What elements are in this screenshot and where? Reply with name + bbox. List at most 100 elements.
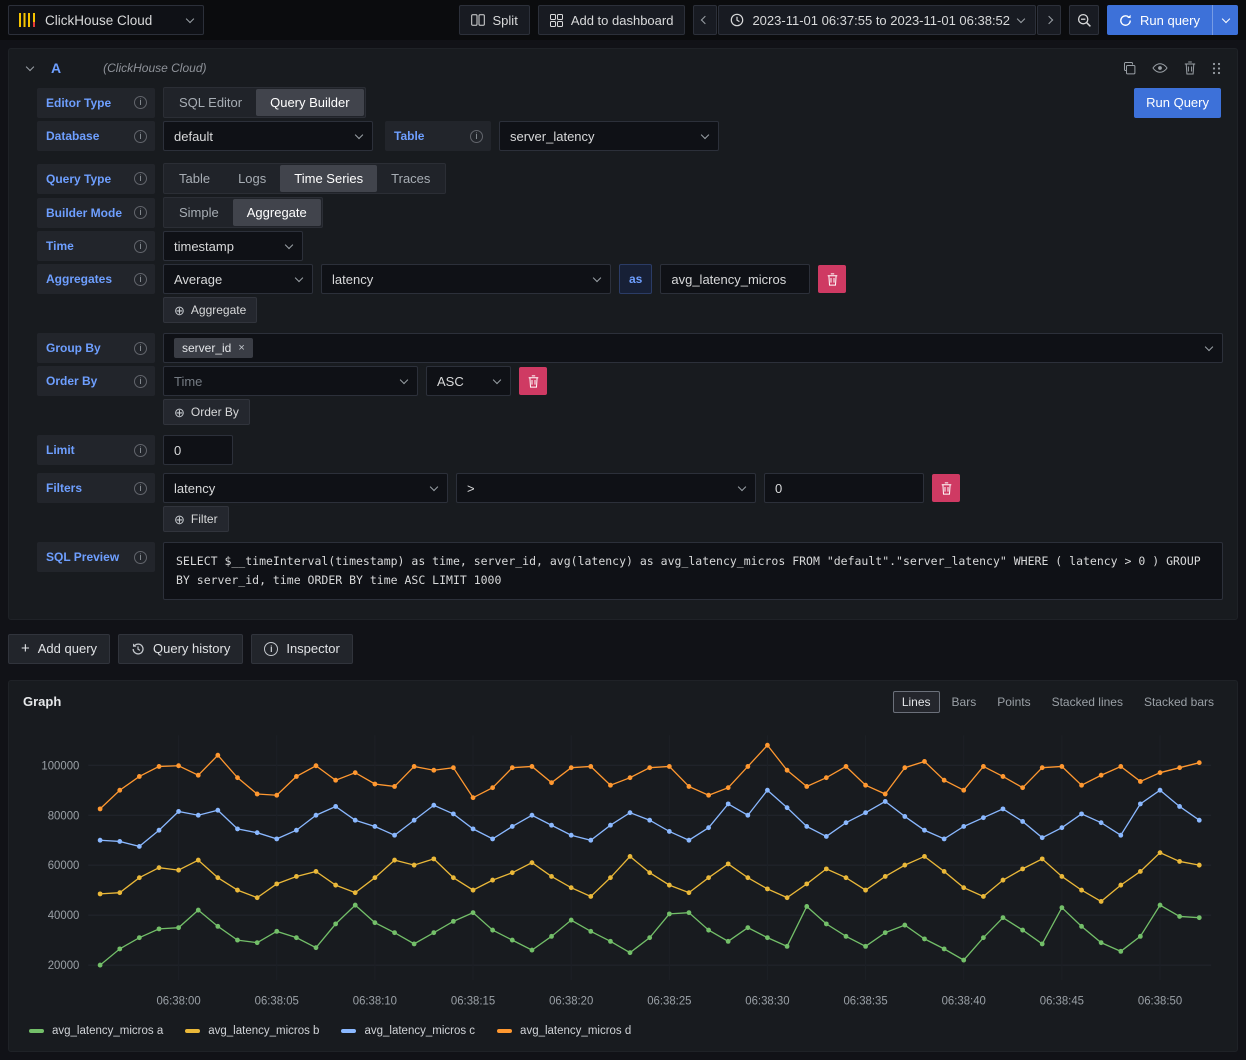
- sql-editor-option[interactable]: SQL Editor: [165, 89, 256, 116]
- run-query-caret-button[interactable]: [1212, 5, 1238, 35]
- filter-operator-value: >: [467, 481, 475, 496]
- aggregate-function-select[interactable]: Average: [163, 264, 313, 294]
- order-by-direction-select[interactable]: ASC: [426, 366, 511, 396]
- add-query-button[interactable]: + Add query: [8, 634, 110, 664]
- query-type-table[interactable]: Table: [165, 165, 224, 192]
- add-aggregate-button[interactable]: ⊕ Aggregate: [163, 297, 257, 323]
- builder-mode-simple[interactable]: Simple: [165, 199, 233, 226]
- time-column-select[interactable]: timestamp: [163, 231, 303, 261]
- order-by-label: Order By i: [37, 366, 155, 396]
- legend-item[interactable]: avg_latency_micros a: [29, 1025, 163, 1037]
- time-series-chart[interactable]: 2000040000600008000010000006:38:0006:38:…: [23, 723, 1223, 1025]
- chevron-down-icon: [430, 482, 438, 490]
- table-select[interactable]: server_latency: [499, 121, 719, 151]
- datasource-picker[interactable]: ClickHouse Cloud: [8, 5, 204, 35]
- limit-input[interactable]: [163, 435, 233, 465]
- legend-item[interactable]: avg_latency_micros b: [185, 1025, 319, 1037]
- zoom-out-icon: [1077, 13, 1092, 28]
- svg-text:100000: 100000: [41, 760, 79, 772]
- filter-operator-select[interactable]: >: [456, 473, 756, 503]
- info-icon[interactable]: i: [134, 444, 147, 457]
- collapse-chevron-icon[interactable]: [26, 62, 34, 70]
- legend-item[interactable]: avg_latency_micros c: [341, 1025, 475, 1037]
- aggregate-column-select[interactable]: latency: [321, 264, 611, 294]
- database-select[interactable]: default: [163, 121, 373, 151]
- split-button[interactable]: Split: [459, 5, 530, 35]
- trash-icon[interactable]: [1184, 61, 1196, 75]
- filter-column-select[interactable]: latency: [163, 473, 448, 503]
- builder-mode-group: Simple Aggregate: [163, 197, 323, 228]
- remove-aggregate-button[interactable]: [818, 265, 846, 293]
- run-query-label: Run query: [1140, 13, 1200, 28]
- zoom-out-button[interactable]: [1069, 5, 1099, 35]
- query-type-logs[interactable]: Logs: [224, 165, 280, 192]
- mode-lines[interactable]: Lines: [893, 691, 940, 713]
- time-range-button[interactable]: 2023-11-01 06:37:55 to 2023-11-01 06:38:…: [718, 5, 1036, 35]
- info-icon[interactable]: i: [134, 273, 147, 286]
- editor-type-label: Editor Type i: [37, 88, 155, 118]
- query-type-label: Query Type i: [37, 164, 155, 194]
- info-icon[interactable]: i: [134, 240, 147, 253]
- svg-text:06:38:15: 06:38:15: [451, 995, 495, 1007]
- mode-points[interactable]: Points: [988, 691, 1039, 713]
- query-history-button[interactable]: Query history: [118, 634, 243, 664]
- add-order-by-label: Order By: [191, 405, 239, 419]
- editor-run-query-button[interactable]: Run Query: [1134, 88, 1221, 118]
- time-shift-back-button[interactable]: [693, 5, 717, 35]
- query-type-time-series[interactable]: Time Series: [280, 165, 377, 192]
- plus-circle-icon: ⊕: [174, 304, 185, 317]
- info-icon[interactable]: i: [134, 130, 147, 143]
- eye-icon[interactable]: [1152, 62, 1168, 74]
- copy-icon[interactable]: [1122, 61, 1136, 75]
- order-by-field-select[interactable]: Time: [163, 366, 418, 396]
- info-icon[interactable]: i: [134, 342, 147, 355]
- legend-item[interactable]: avg_latency_micros d: [497, 1025, 631, 1037]
- explore-toolbar: ClickHouse Cloud Split Add to dashboard …: [0, 0, 1246, 40]
- drag-handle-icon[interactable]: [1212, 62, 1221, 75]
- legend-swatch: [341, 1029, 356, 1033]
- info-icon[interactable]: i: [134, 206, 147, 219]
- time-shift-forward-button[interactable]: [1037, 5, 1061, 35]
- clock-icon: [730, 13, 744, 27]
- info-icon[interactable]: i: [134, 482, 147, 495]
- info-icon[interactable]: i: [134, 172, 147, 185]
- table-value: server_latency: [510, 129, 595, 144]
- split-label: Split: [493, 13, 518, 28]
- add-to-dashboard-button[interactable]: Add to dashboard: [538, 5, 686, 35]
- info-icon[interactable]: i: [134, 551, 147, 564]
- add-order-by-button[interactable]: ⊕ Order By: [163, 399, 250, 425]
- mode-stacked-bars[interactable]: Stacked bars: [1135, 691, 1223, 713]
- clickhouse-logo: [19, 13, 36, 27]
- svg-text:06:38:35: 06:38:35: [843, 995, 887, 1007]
- svg-text:06:38:30: 06:38:30: [745, 995, 789, 1007]
- query-builder-option[interactable]: Query Builder: [256, 89, 363, 116]
- aggregate-alias-input[interactable]: [660, 264, 810, 294]
- remove-tag-icon[interactable]: ×: [238, 343, 244, 354]
- add-filter-button[interactable]: ⊕ Filter: [163, 506, 229, 532]
- info-icon[interactable]: i: [134, 375, 147, 388]
- info-icon[interactable]: i: [134, 96, 147, 109]
- info-icon[interactable]: i: [470, 130, 483, 143]
- mode-stacked-lines[interactable]: Stacked lines: [1043, 691, 1132, 713]
- group-by-multiselect[interactable]: server_id ×: [163, 333, 1223, 363]
- limit-label-text: Limit: [46, 443, 75, 457]
- remove-order-by-button[interactable]: [519, 367, 547, 395]
- database-label-text: Database: [46, 129, 99, 143]
- builder-mode-aggregate[interactable]: Aggregate: [233, 199, 321, 226]
- run-query-split-button: Run query: [1107, 5, 1238, 35]
- apps-icon: [550, 14, 563, 27]
- query-type-traces[interactable]: Traces: [377, 165, 444, 192]
- legend-label: avg_latency_micros a: [52, 1025, 163, 1037]
- plus-circle-icon: ⊕: [174, 513, 185, 526]
- chevron-down-icon: [295, 273, 303, 281]
- run-query-button[interactable]: Run query: [1107, 5, 1212, 35]
- query-row-actions: [1122, 61, 1221, 75]
- time-label: Time i: [37, 231, 155, 261]
- mode-bars[interactable]: Bars: [943, 691, 986, 713]
- svg-text:06:38:40: 06:38:40: [942, 995, 986, 1007]
- filter-value-input[interactable]: [764, 473, 924, 503]
- builder-mode-label-text: Builder Mode: [46, 206, 122, 220]
- remove-filter-button[interactable]: [932, 474, 960, 502]
- add-aggregate-label: Aggregate: [191, 303, 246, 317]
- inspector-button[interactable]: i Inspector: [251, 634, 352, 664]
